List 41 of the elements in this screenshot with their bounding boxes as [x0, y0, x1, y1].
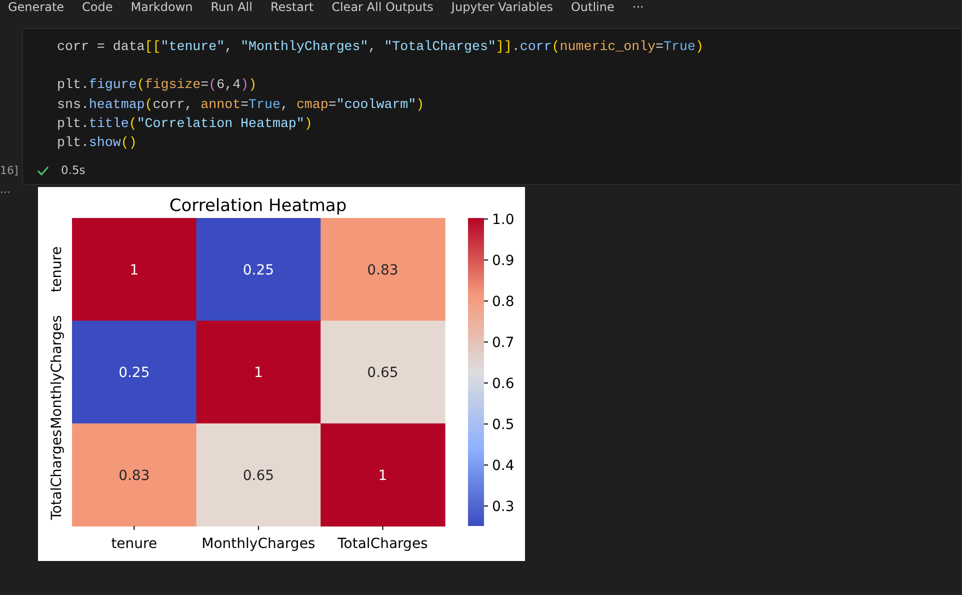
- cell-value: 0.65: [242, 468, 274, 484]
- toolbar-item[interactable]: Restart: [270, 0, 314, 14]
- y-axis-label: tenure: [49, 246, 65, 292]
- toolbar-item[interactable]: ···: [632, 0, 644, 14]
- cell-value: 1: [254, 365, 263, 382]
- x-axis-label: TotalCharges: [338, 536, 428, 552]
- colorbar-tick-label: 0.9: [492, 253, 514, 269]
- colorbar-tick-label: 0.4: [492, 458, 514, 474]
- cell-value: 1: [378, 468, 388, 484]
- toolbar-item[interactable]: Outline: [570, 0, 614, 14]
- cell-value: 0.25: [242, 262, 274, 278]
- x-axis-label: MonthlyCharges: [202, 536, 316, 552]
- code-line: plt.figure(figsize=(6,4)): [57, 76, 258, 94]
- output-menu[interactable]: ···: [0, 186, 10, 199]
- execution-count: 16]: [0, 162, 20, 178]
- cell-value: 0.65: [367, 365, 398, 382]
- colorbar-tick-label: 0.8: [492, 294, 514, 310]
- x-axis-label: tenure: [111, 536, 158, 552]
- toolbar-item[interactable]: Run All: [210, 0, 252, 14]
- colorbar-tick-label: 0.6: [492, 376, 514, 392]
- code-line: corr = data[["tenure", "MonthlyCharges", "TotalCharges"]].corr(numeric_only=True): [57, 38, 704, 56]
- cell-value: 0.25: [118, 365, 150, 382]
- code-line: plt.title("Correlation Heatmap"): [57, 114, 314, 133]
- code-line: plt.show(): [57, 134, 138, 152]
- colorbar-tick-label: 0.5: [492, 417, 514, 433]
- execution-time: 0.5s: [61, 162, 86, 180]
- cell-value: 0.83: [118, 468, 150, 484]
- toolbar-item[interactable]: Markdown: [130, 0, 193, 14]
- toolbar-item[interactable]: Clear All Outputs: [332, 0, 434, 14]
- cell-value: 1: [130, 262, 139, 278]
- colorbar-tick-label: 0.7: [492, 335, 514, 351]
- code-line: sns.heatmap(corr, annot=True, cmap="coolwarm"): [57, 96, 426, 114]
- colorbar-tick-label: 1.0: [492, 212, 514, 228]
- cell-value: 0.83: [367, 262, 398, 278]
- y-axis-label: TotalCharges: [49, 430, 65, 520]
- y-axis-label: MonthlyCharges: [49, 315, 65, 429]
- toolbar-item[interactable]: Generate: [8, 0, 64, 14]
- chart-title: Correlation Heatmap: [169, 196, 347, 216]
- toolbar-item[interactable]: Jupyter Variables: [451, 0, 553, 14]
- toolbar-item[interactable]: Code: [82, 0, 113, 14]
- colorbar-tick-label: 0.3: [492, 499, 514, 515]
